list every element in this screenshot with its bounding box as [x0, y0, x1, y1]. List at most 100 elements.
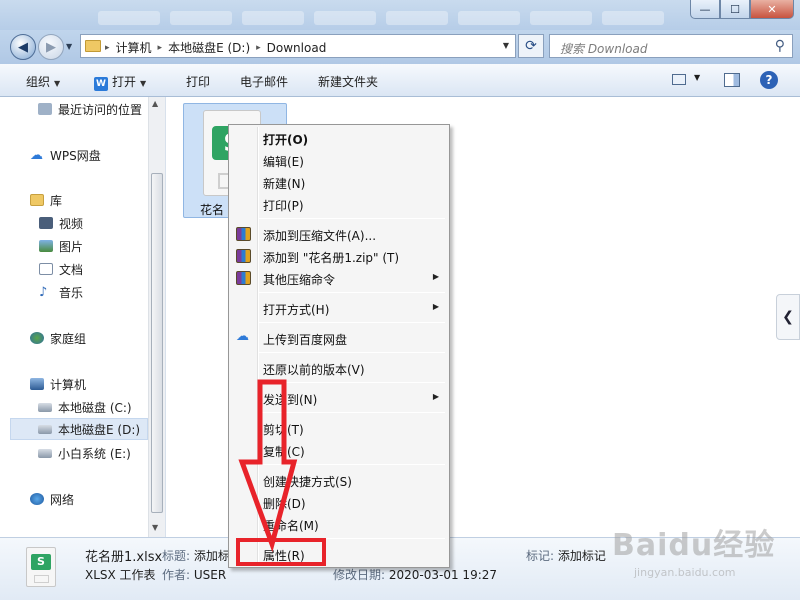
details-file-type: XLSX 工作表 [85, 568, 156, 582]
nav-item-label: 家庭组 [50, 331, 87, 346]
menu-item-open[interactable]: 打开(O) [231, 127, 447, 149]
background-taskbar-tab [314, 11, 376, 25]
background-taskbar-tab [386, 11, 448, 25]
nav-item-label: 本地磁盘 (C:) [58, 400, 132, 415]
nav-pane-scrollbar[interactable]: ▲ ▼ [148, 97, 165, 537]
breadcrumb-separator-icon[interactable]: ▸ [158, 43, 163, 53]
search-placeholder: 搜索 Download [560, 42, 648, 56]
menu-item-label: 打开(O) [263, 133, 309, 147]
address-dropdown-icon[interactable]: ▼ [503, 41, 509, 50]
explorer-window: — ☐ ✕ ◀ ▶ ▼ ▸ 计算机 ▸ 本地磁盘E (D:) ▸ Downloa… [0, 0, 800, 600]
library-icon [30, 194, 44, 206]
menu-item-label: 其他压缩命令 [263, 273, 336, 287]
search-icon: ⚲ [774, 38, 785, 54]
breadcrumb-download[interactable]: Download [267, 41, 327, 55]
close-button[interactable]: ✕ [750, 0, 794, 19]
organize-button[interactable]: 组织 ▼ [26, 73, 60, 90]
refresh-button[interactable]: ⟳ [518, 34, 544, 58]
menu-item-label: 添加到 "花名册1.zip" (T) [263, 251, 400, 265]
breadcrumb-separator-icon[interactable]: ▸ [105, 43, 110, 53]
background-taskbar-tab [242, 11, 304, 25]
menu-separator [259, 322, 445, 323]
nav-item-label: 视频 [59, 216, 84, 231]
cloud-icon: ☁ [30, 147, 43, 163]
chevron-down-icon: ▼ [140, 79, 147, 88]
menu-item-other-compress[interactable]: 其他压缩命令 ▶ [231, 267, 447, 289]
title-label: 标题: [162, 549, 191, 563]
author-label: 作者: [162, 568, 191, 582]
menu-item-label: 打开方式(H) [263, 303, 330, 317]
minimize-button[interactable]: — [690, 0, 720, 19]
document-icon [39, 263, 53, 275]
breadcrumb-drive[interactable]: 本地磁盘E (D:) [168, 39, 250, 56]
nav-item-drive-d[interactable]: 本地磁盘E (D:) [10, 418, 148, 440]
menu-item-label: 新建(N) [263, 177, 306, 191]
recent-pages-dropdown-icon[interactable]: ▼ [66, 42, 72, 51]
scroll-up-icon[interactable]: ▲ [152, 99, 158, 108]
spreadsheet-file-icon: S [26, 547, 56, 587]
breadcrumb-computer[interactable]: 计算机 [116, 39, 152, 56]
background-taskbar-tab [170, 11, 232, 25]
menu-item-new[interactable]: 新建(N) [231, 171, 447, 193]
open-button[interactable]: W 打开 ▼ [94, 73, 146, 91]
open-label: 打开 [112, 75, 137, 89]
nav-item-label: 库 [50, 193, 63, 208]
video-icon [39, 217, 53, 229]
maximize-button[interactable]: ☐ [720, 0, 750, 19]
chevron-left-icon: ❮ [782, 309, 794, 325]
nav-item-label: 音乐 [59, 285, 84, 300]
nav-item-label: 最近访问的位置 [58, 102, 143, 117]
refresh-icon: ⟳ [525, 38, 537, 54]
new-folder-button[interactable]: 新建文件夹 [318, 73, 378, 90]
back-button[interactable]: ◀ [10, 34, 36, 60]
background-taskbar-tab [458, 11, 520, 25]
background-taskbar-tab [98, 11, 160, 25]
menu-item-upload-baidu[interactable]: ☁ 上传到百度网盘 [231, 327, 447, 349]
scrollbar-thumb[interactable] [151, 173, 163, 513]
details-file-name: 花名册1.xlsx [85, 550, 163, 565]
help-icon[interactable]: ? [760, 71, 778, 89]
view-dropdown-icon[interactable]: ▼ [694, 73, 700, 82]
wps-sheet-logo: S [31, 554, 51, 570]
nav-item-label: 本地磁盘E (D:) [58, 422, 141, 437]
nav-item-label: 小白系统 (E:) [58, 446, 131, 461]
winrar-icon [236, 271, 251, 285]
details-title-row: 标题: 添加标 [162, 547, 230, 564]
details-modified-row: 修改日期: 2020-03-01 19:27 [333, 566, 497, 583]
navigation-bar: ◀ ▶ ▼ ▸ 计算机 ▸ 本地磁盘E (D:) ▸ Download ▼ ⟳ … [0, 30, 800, 64]
search-input[interactable]: 搜索 Download ⚲ [549, 34, 793, 58]
author-value[interactable]: USER [194, 568, 226, 582]
menu-item-edit[interactable]: 编辑(E) [231, 149, 447, 171]
music-icon: ♪ [39, 284, 48, 300]
picture-icon [39, 240, 53, 252]
tags-label: 标记: [526, 549, 555, 563]
menu-item-label: 添加到压缩文件(A)... [263, 229, 377, 243]
submenu-arrow-icon: ▶ [432, 302, 439, 311]
title-bar: — ☐ ✕ [0, 0, 800, 30]
address-bar[interactable]: ▸ 计算机 ▸ 本地磁盘E (D:) ▸ Download ▼ [80, 34, 516, 58]
watermark-sub: jingyan.baidu.com [634, 566, 736, 579]
baidu-jingyan-watermark: Baidu经验 jingyan.baidu.com [612, 520, 792, 590]
navigation-pane: 最近访问的位置 ☁ WPS网盘 库 视频 图片 文档 ♪ 音乐 家庭组 计算机 本地… [0, 97, 166, 537]
file-name: 花名 [200, 203, 225, 217]
print-button[interactable]: 打印 [186, 73, 210, 90]
forward-button[interactable]: ▶ [38, 34, 64, 60]
background-taskbar-tab [602, 11, 664, 25]
scroll-down-icon[interactable]: ▼ [152, 523, 158, 532]
nav-item-label: 网络 [50, 492, 75, 507]
submenu-arrow-icon: ▶ [432, 272, 439, 281]
modified-value: 2020-03-01 19:27 [388, 568, 498, 582]
winrar-icon [236, 249, 251, 263]
menu-item-add-to-archive[interactable]: 添加到压缩文件(A)... [231, 223, 447, 245]
title-value[interactable]: 添加标 [194, 549, 230, 563]
menu-item-add-to-zip[interactable]: 添加到 "花名册1.zip" (T) [231, 245, 447, 267]
breadcrumb-separator-icon[interactable]: ▸ [256, 43, 261, 53]
preview-pane-icon[interactable] [724, 73, 740, 87]
menu-item-print[interactable]: 打印(P) [231, 193, 447, 215]
tags-value[interactable]: 添加标记 [558, 549, 606, 563]
change-view-icon[interactable] [672, 74, 686, 85]
email-button[interactable]: 电子邮件 [240, 73, 288, 90]
menu-separator [259, 218, 445, 219]
preview-pane-toggle[interactable]: ❮ [776, 294, 800, 340]
menu-item-open-with[interactable]: 打开方式(H) ▶ [231, 297, 447, 319]
